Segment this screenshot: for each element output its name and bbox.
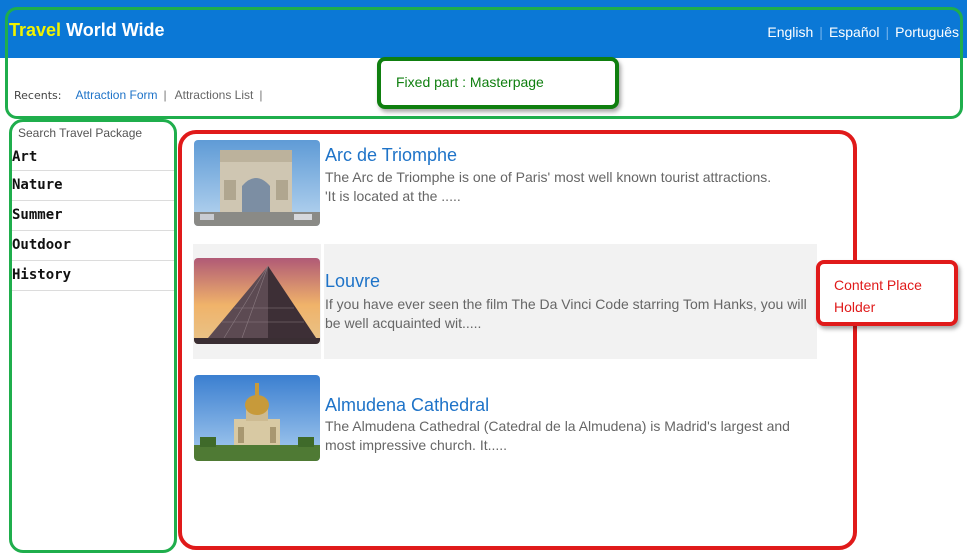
sidebar-highlight-frame (9, 119, 177, 553)
content-placeholder-callout-text: Content Place Holder (834, 277, 922, 315)
content-placeholder-highlight-frame (178, 130, 857, 550)
masterpage-callout: Fixed part : Masterpage (377, 57, 619, 109)
content-placeholder-callout: Content Place Holder (816, 260, 958, 326)
masterpage-callout-text: Fixed part : Masterpage (396, 74, 544, 90)
